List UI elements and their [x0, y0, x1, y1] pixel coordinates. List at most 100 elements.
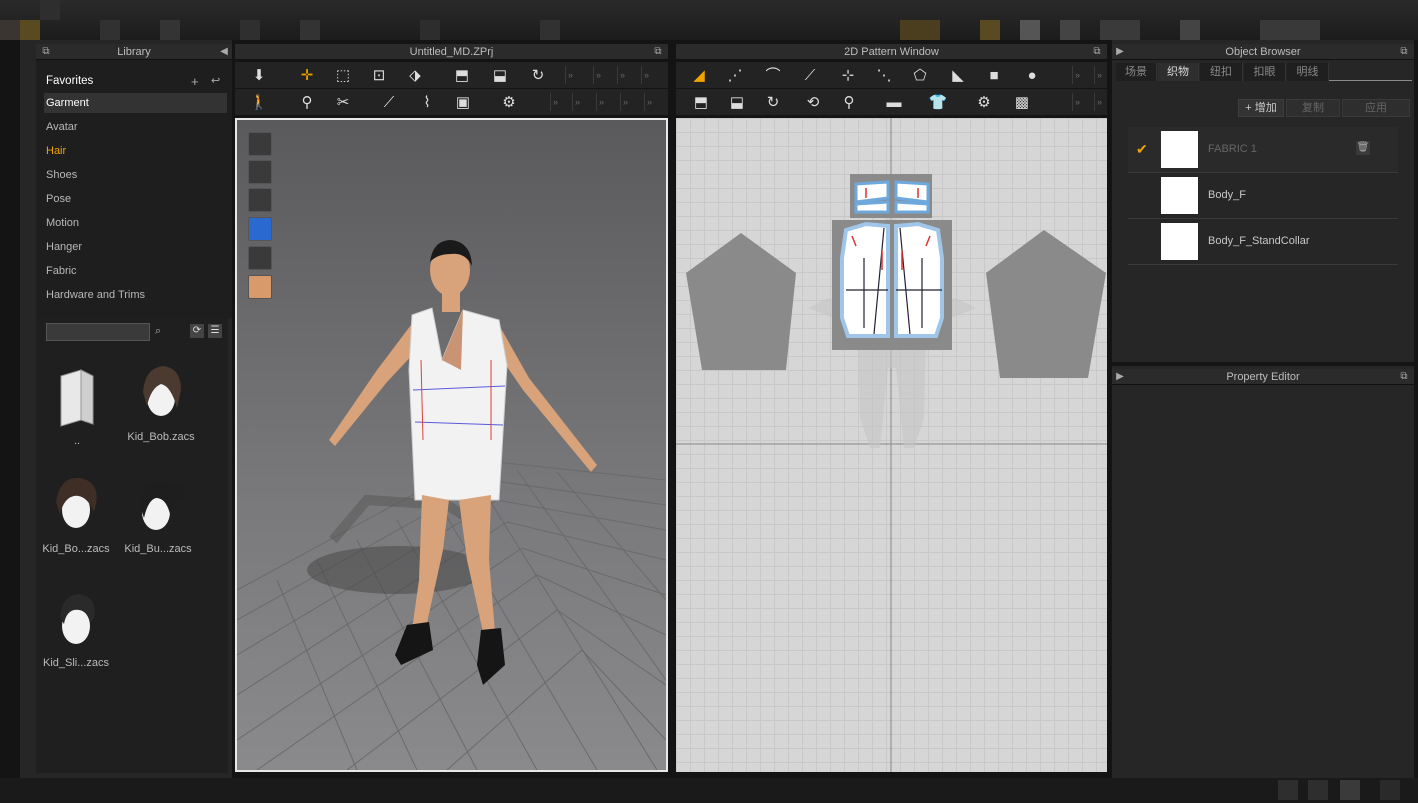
trash-icon[interactable]: 🗑: [1356, 141, 1370, 155]
garment-icon[interactable]: 👕: [924, 92, 952, 114]
transform-pattern-icon[interactable]: ⬗: [401, 65, 429, 87]
rectangle-icon[interactable]: ■: [980, 65, 1008, 87]
status-bar: [0, 778, 1418, 803]
search-icon[interactable]: ⌕: [155, 325, 161, 338]
check-sewing-icon[interactable]: ⟲: [799, 92, 827, 114]
curve-point-icon[interactable]: ⟋: [796, 65, 824, 87]
iron-icon[interactable]: ▬: [880, 92, 908, 114]
polygon-icon[interactable]: ⬠: [906, 65, 934, 87]
refresh-icon[interactable]: ⟳: [190, 324, 204, 338]
toolbar-separator: »: [565, 66, 575, 84]
undock-icon[interactable]: ⧉: [1091, 46, 1103, 58]
free-sewing-icon[interactable]: ⬓: [723, 92, 751, 114]
category-pose[interactable]: Pose: [46, 193, 71, 205]
undock-icon[interactable]: ⧉: [1398, 46, 1410, 58]
collapse-arrow-icon[interactable]: ▶: [1114, 46, 1126, 58]
toolbar-separator: »: [641, 66, 651, 84]
mesh-display-icon[interactable]: [248, 246, 272, 270]
pattern-fill-icon[interactable]: ▩: [1008, 92, 1036, 114]
tab-scene[interactable]: 场景: [1116, 63, 1157, 81]
status-button[interactable]: [1308, 780, 1328, 800]
pattern2d-canvas[interactable]: [676, 118, 1107, 772]
tab-topstitch[interactable]: 明线: [1287, 63, 1329, 81]
copy-fabric-button[interactable]: 复制: [1286, 99, 1340, 117]
simulate-icon[interactable]: ⬇: [245, 65, 273, 87]
skin-display-icon[interactable]: [248, 275, 272, 299]
internal-line-icon[interactable]: ⋱: [870, 65, 898, 87]
category-shoes[interactable]: Shoes: [46, 169, 77, 181]
add-fabric-button[interactable]: + 增加: [1238, 99, 1284, 117]
status-button[interactable]: [1340, 780, 1360, 800]
category-hanger[interactable]: Hanger: [46, 241, 82, 253]
file-item-kid-sli[interactable]: Kid_Sli...zacs: [36, 588, 116, 669]
pattern2d-title: 2D Pattern Window: [844, 46, 939, 58]
segment-sewing-icon[interactable]: ⬒: [687, 92, 715, 114]
fabric-row[interactable]: Body_F_StandCollar: [1128, 219, 1398, 265]
texture-display-icon[interactable]: [248, 160, 272, 184]
category-fabric[interactable]: Fabric: [46, 265, 77, 277]
add-favorite-icon[interactable]: +: [191, 74, 199, 89]
select-box-icon[interactable]: ⬚: [329, 65, 357, 87]
pin-icon[interactable]: ⚲: [293, 92, 321, 114]
transform-icon[interactable]: ✛: [293, 65, 321, 87]
file-item-parent-folder[interactable]: ..: [37, 368, 117, 447]
sewing-icon[interactable]: ⚙: [495, 92, 523, 114]
edit-curvature-icon[interactable]: ⌒: [759, 65, 787, 87]
property-editor-panel: [1112, 366, 1414, 778]
category-avatar[interactable]: Avatar: [46, 121, 78, 133]
add-point-icon[interactable]: ⊹: [834, 65, 862, 87]
back-icon[interactable]: ↩: [211, 74, 220, 87]
fabric-row[interactable]: Body_F: [1128, 173, 1398, 219]
shape-icon[interactable]: ◣: [944, 65, 972, 87]
garment-icon[interactable]: ▣: [449, 92, 477, 114]
garment-display-icon[interactable]: [248, 132, 272, 156]
undock-icon[interactable]: ⧉: [40, 46, 52, 58]
file-label: ..: [73, 435, 81, 447]
library-search-input[interactable]: [46, 323, 150, 341]
category-hardware-and-trims[interactable]: Hardware and Trims: [46, 289, 145, 301]
property-editor-title: Property Editor: [1226, 371, 1300, 383]
top-title-bar: [0, 0, 1418, 40]
tab-fabric[interactable]: 织物: [1158, 63, 1199, 81]
measure-icon[interactable]: ⟋: [375, 92, 403, 114]
collapse-arrow-icon[interactable]: ▶: [1114, 371, 1126, 383]
category-hair[interactable]: Hair: [46, 145, 66, 157]
fold-arrange-icon[interactable]: ⬓: [486, 65, 514, 87]
tab-buttonhole[interactable]: 扣眼: [1244, 63, 1286, 81]
fabric-display-icon[interactable]: [248, 217, 272, 241]
status-button[interactable]: [1278, 780, 1298, 800]
fold-rotate-icon[interactable]: ↻: [524, 65, 552, 87]
file-item-kid-bob[interactable]: Kid_Bob.zacs: [121, 362, 201, 443]
category-garment[interactable]: Garment: [46, 97, 89, 109]
check-icon: ✔: [1136, 141, 1148, 157]
tack-on-pattern-icon[interactable]: ⚲: [835, 92, 863, 114]
object-browser-title: Object Browser: [1225, 46, 1301, 58]
viewport3d-canvas[interactable]: [235, 118, 668, 772]
status-button[interactable]: [1380, 780, 1400, 800]
category-motion[interactable]: Motion: [46, 217, 79, 229]
category-favorites[interactable]: Favorites: [46, 75, 93, 87]
fabric-swatch: [1161, 223, 1198, 260]
undock-icon[interactable]: ⧉: [1398, 371, 1410, 383]
multi-sewing-icon[interactable]: ↻: [759, 92, 787, 114]
edit-pattern-icon[interactable]: ◢: [685, 65, 713, 87]
tape-icon[interactable]: ⌇: [413, 92, 441, 114]
list-view-icon[interactable]: ☰: [208, 324, 222, 338]
apply-fabric-button[interactable]: 应用: [1342, 99, 1410, 117]
fabric-row[interactable]: ✔ FABRIC 1 🗑: [1128, 127, 1398, 173]
collapse-arrow-icon[interactable]: ◀: [218, 46, 230, 58]
pattern-pieces: [676, 118, 1107, 772]
topstitch-icon[interactable]: ⚙: [970, 92, 998, 114]
tack-icon[interactable]: ✂: [329, 92, 357, 114]
circle-icon[interactable]: ●: [1018, 65, 1046, 87]
edit-point-icon[interactable]: ⋰: [721, 65, 749, 87]
select-mesh-icon[interactable]: ⊡: [365, 65, 393, 87]
viewport3d-scene: [237, 240, 666, 770]
file-item-kid-bu[interactable]: Kid_Bu...zacs: [118, 474, 198, 555]
fold-icon[interactable]: ⬒: [448, 65, 476, 87]
avatar-pose-icon[interactable]: 🚶: [245, 92, 273, 114]
tab-button[interactable]: 纽扣: [1200, 63, 1243, 81]
avatar-display-icon[interactable]: [248, 188, 272, 212]
file-item-kid-bo[interactable]: Kid_Bo...zacs: [36, 474, 116, 555]
undock-icon[interactable]: ⧉: [652, 46, 664, 58]
